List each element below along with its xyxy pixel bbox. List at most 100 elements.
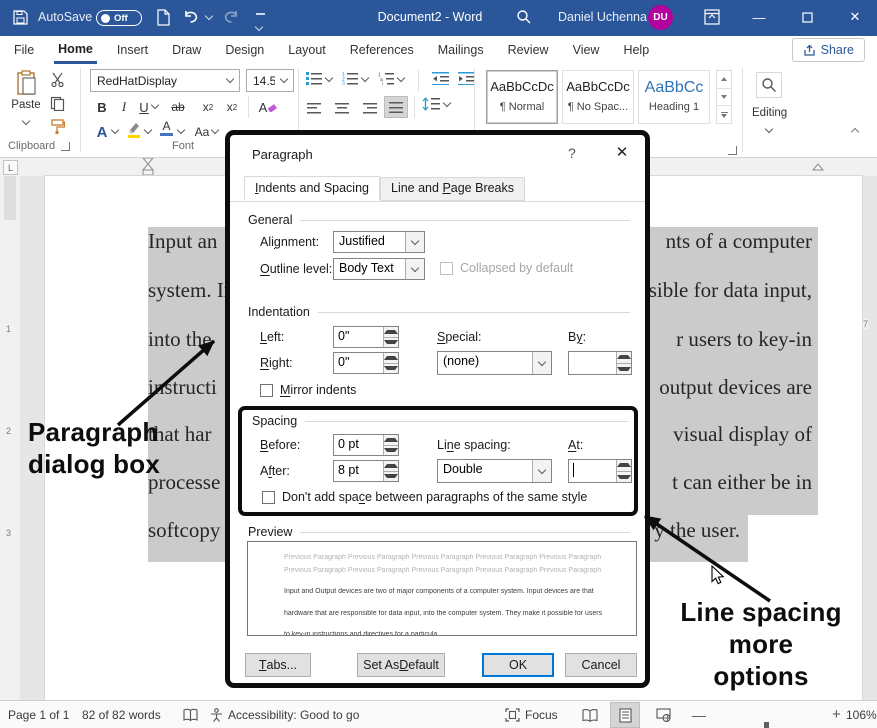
web-layout-button[interactable] bbox=[648, 702, 678, 728]
align-center-button[interactable] bbox=[330, 97, 354, 119]
dialog-tab-line-page-breaks[interactable]: Line and Page Breaks bbox=[380, 177, 525, 201]
editing-group-button[interactable]: Editing bbox=[752, 72, 786, 137]
cancel-button[interactable]: Cancel bbox=[565, 653, 637, 677]
indent-left-spinner[interactable]: 0" bbox=[333, 326, 399, 348]
font-name-dropdown-icon[interactable] bbox=[226, 75, 234, 83]
styles-scroll-down-icon[interactable] bbox=[717, 88, 731, 106]
minimize-button[interactable]: — bbox=[742, 2, 776, 32]
zoom-level[interactable]: 106% bbox=[846, 708, 877, 722]
tab-mailings[interactable]: Mailings bbox=[434, 36, 488, 64]
by-spin-up-icon[interactable] bbox=[617, 352, 631, 363]
multilevel-list-button[interactable]: 1ai bbox=[378, 72, 394, 85]
read-mode-button[interactable] bbox=[575, 702, 605, 728]
zoom-out-button[interactable]: — bbox=[692, 707, 706, 723]
special-combo[interactable]: (none) bbox=[437, 351, 552, 375]
increase-indent-button[interactable] bbox=[458, 72, 475, 85]
mirror-checkbox-box[interactable] bbox=[260, 384, 273, 397]
highlight-color-button[interactable] bbox=[126, 121, 142, 138]
new-document-icon[interactable] bbox=[156, 9, 171, 26]
format-painter-icon[interactable] bbox=[50, 119, 65, 134]
align-left-button[interactable] bbox=[302, 97, 326, 119]
tab-help[interactable]: Help bbox=[619, 36, 653, 64]
strikethrough-button[interactable]: ab bbox=[166, 96, 190, 118]
avatar[interactable]: DU bbox=[648, 5, 673, 30]
accessibility-status[interactable]: Accessibility: Good to go bbox=[210, 708, 359, 722]
subscript-button[interactable]: x2 bbox=[196, 96, 220, 118]
style-heading1[interactable]: AaBbCc Heading 1 bbox=[638, 70, 710, 124]
dialog-help-icon[interactable]: ? bbox=[568, 145, 576, 161]
after-spinner[interactable]: 8 pt bbox=[333, 460, 399, 482]
print-layout-button[interactable] bbox=[610, 702, 640, 728]
outline-level-combo[interactable]: Body Text bbox=[333, 258, 425, 280]
highlight-dropdown-icon[interactable] bbox=[144, 126, 152, 134]
at-spinner[interactable] bbox=[568, 459, 632, 483]
font-color-button[interactable]: A bbox=[160, 121, 173, 136]
mirror-indents-checkbox[interactable]: Mirror indents bbox=[260, 383, 356, 397]
text-effects-button[interactable]: A bbox=[90, 121, 114, 143]
alignment-combo[interactable]: Justified bbox=[333, 231, 425, 253]
dialog-tab-indents-spacing[interactable]: Indents and Spacing bbox=[244, 176, 380, 200]
collapse-ribbon-icon[interactable] bbox=[852, 122, 866, 131]
undo-icon[interactable] bbox=[182, 8, 200, 26]
dont-add-space-checkbox[interactable]: Don't add space between paragraphs of th… bbox=[262, 490, 587, 504]
dont-add-space-checkbox-box[interactable] bbox=[262, 491, 275, 504]
page-indicator[interactable]: Page 1 of 1 bbox=[8, 708, 69, 722]
tab-file[interactable]: File bbox=[10, 36, 38, 64]
paste-button[interactable]: Paste bbox=[8, 70, 44, 129]
right-spin-down-icon[interactable] bbox=[384, 363, 398, 374]
right-spin-up-icon[interactable] bbox=[384, 353, 398, 363]
style-normal[interactable]: AaBbCcDc ¶ Normal bbox=[486, 70, 558, 124]
outline-dropdown-icon[interactable] bbox=[405, 259, 424, 279]
styles-scrollbar[interactable] bbox=[716, 70, 732, 124]
at-spin-down-icon[interactable] bbox=[617, 471, 631, 483]
ok-button[interactable]: OK bbox=[482, 653, 554, 677]
bullets-button[interactable] bbox=[306, 72, 322, 85]
tab-review[interactable]: Review bbox=[504, 36, 553, 64]
alignment-dropdown-icon[interactable] bbox=[405, 232, 424, 252]
zoom-in-button[interactable]: + bbox=[832, 706, 841, 723]
line-spacing-combo[interactable]: Double bbox=[437, 459, 552, 483]
word-count[interactable]: 82 of 82 words bbox=[82, 708, 161, 722]
by-spinner[interactable] bbox=[568, 351, 632, 375]
decrease-indent-button[interactable] bbox=[432, 72, 449, 85]
tab-design[interactable]: Design bbox=[221, 36, 268, 64]
at-spin-up-icon[interactable] bbox=[617, 460, 631, 471]
bold-button[interactable]: B bbox=[90, 96, 114, 118]
tabs-button[interactable]: Tabs... bbox=[245, 653, 311, 677]
style-no-spacing[interactable]: AaBbCcDc ¶ No Spac... bbox=[562, 70, 634, 124]
quick-access-more-icon[interactable] bbox=[256, 13, 265, 35]
maximize-button[interactable] bbox=[790, 2, 824, 32]
superscript-button[interactable]: x2 bbox=[220, 96, 244, 118]
line-spacing-button[interactable] bbox=[422, 97, 440, 111]
tab-references[interactable]: References bbox=[346, 36, 418, 64]
right-indent-marker-icon[interactable] bbox=[812, 163, 824, 171]
tab-view[interactable]: View bbox=[569, 36, 604, 64]
before-spinner[interactable]: 0 pt bbox=[333, 434, 399, 456]
tab-layout[interactable]: Layout bbox=[284, 36, 330, 64]
align-right-button[interactable] bbox=[358, 97, 382, 119]
styles-scroll-up-icon[interactable] bbox=[717, 71, 731, 88]
autosave-toggle[interactable]: Off bbox=[96, 10, 142, 26]
font-name-combo[interactable]: RedHatDisplay bbox=[90, 69, 240, 92]
indent-markers-icon[interactable] bbox=[141, 158, 155, 176]
by-spin-down-icon[interactable] bbox=[617, 363, 631, 375]
proofing-icon[interactable] bbox=[183, 708, 198, 722]
clipboard-dialog-launcher-icon[interactable] bbox=[61, 142, 70, 151]
share-button[interactable]: Share bbox=[792, 38, 865, 62]
font-color-dropdown-icon[interactable] bbox=[177, 126, 185, 134]
paste-dropdown-icon[interactable] bbox=[22, 117, 30, 125]
tab-insert[interactable]: Insert bbox=[113, 36, 152, 64]
zoom-slider-thumb[interactable] bbox=[764, 722, 769, 728]
save-icon[interactable] bbox=[12, 9, 29, 26]
tab-stop-selector[interactable]: L bbox=[3, 160, 18, 175]
styles-dialog-launcher-icon[interactable] bbox=[728, 146, 737, 155]
font-size-combo[interactable]: 14.5 bbox=[246, 69, 294, 92]
left-spin-down-icon[interactable] bbox=[384, 337, 398, 348]
bullets-dropdown-icon[interactable] bbox=[325, 74, 333, 82]
set-as-default-button[interactable]: Set As Default bbox=[357, 653, 445, 677]
focus-button[interactable]: Focus bbox=[505, 708, 558, 722]
before-spin-up-icon[interactable] bbox=[384, 435, 398, 445]
tab-draw[interactable]: Draw bbox=[168, 36, 205, 64]
close-button[interactable]: ✕ bbox=[838, 2, 872, 32]
cut-icon[interactable] bbox=[50, 72, 65, 87]
